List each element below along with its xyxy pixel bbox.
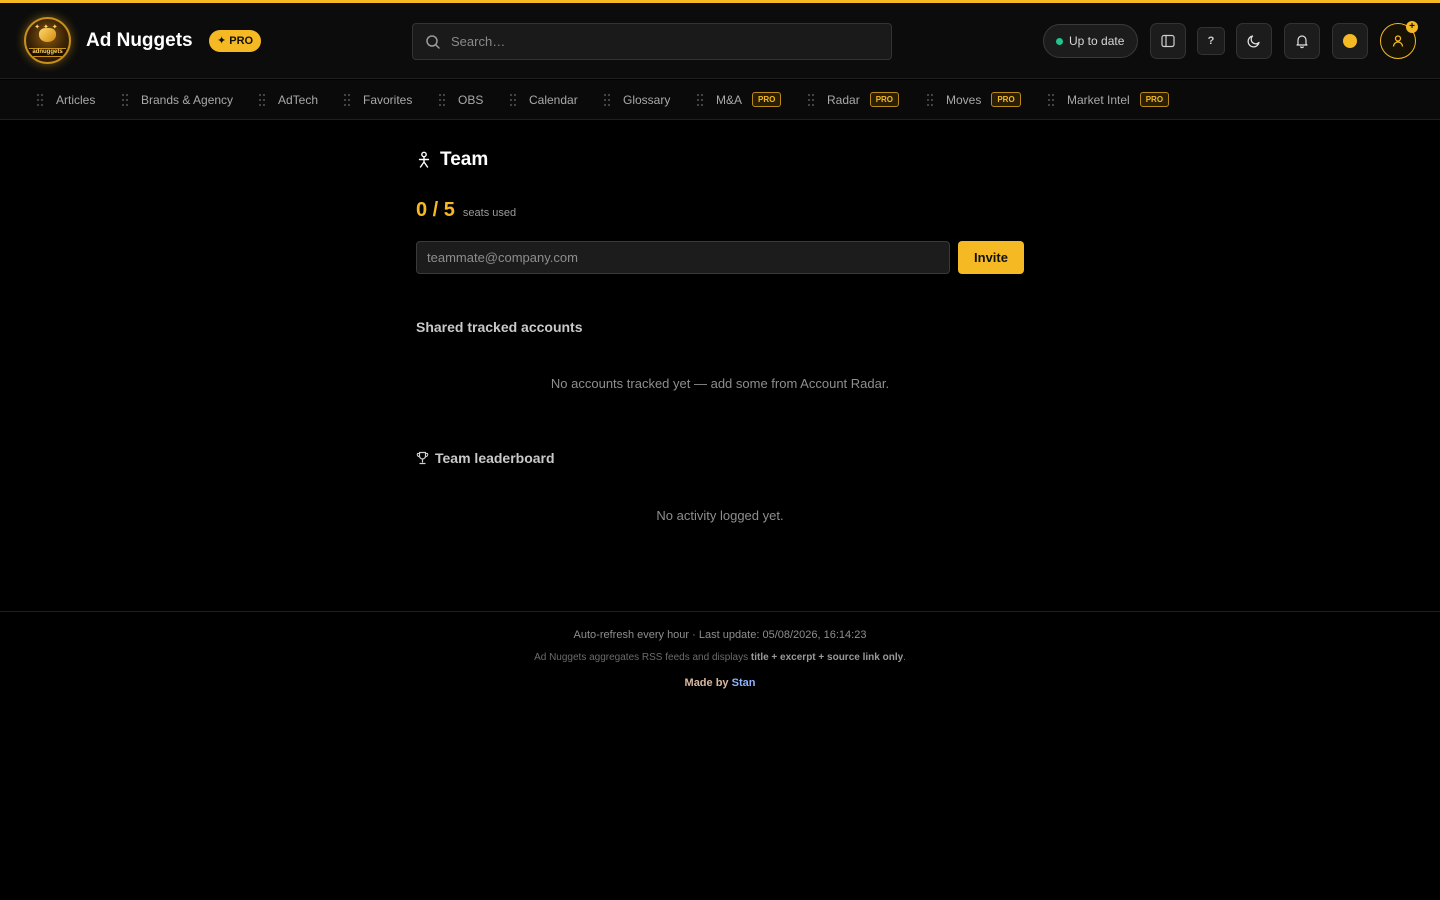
nav-item-label: Brands & Agency — [141, 92, 234, 107]
nav-item-label: Favorites — [363, 92, 413, 107]
drag-handle-icon[interactable] — [36, 93, 44, 107]
sidebar-toggle-button[interactable] — [1150, 23, 1186, 59]
seats-count: 0 / 5 — [416, 199, 455, 221]
drag-handle-icon[interactable] — [343, 93, 351, 107]
page-title-row: Team — [416, 148, 488, 172]
nav-item-glossary[interactable]: Glossary — [603, 80, 670, 119]
brand-logo[interactable]: ✦✦✦ adnuggets — [24, 17, 71, 64]
nav-item-moves[interactable]: Moves PRO — [926, 80, 1021, 119]
app-header: ✦✦✦ adnuggets Ad Nuggets ✦ PRO Up to dat… — [0, 3, 1440, 79]
brand-name[interactable]: Ad Nuggets — [86, 30, 193, 52]
pro-badge: PRO — [991, 92, 1021, 107]
yellow-dot-icon — [1343, 34, 1357, 48]
page-footer: Auto-refresh every hour · Last update: 0… — [0, 611, 1440, 711]
nav-item-label: Market Intel — [1067, 92, 1130, 107]
invite-email-input[interactable] — [416, 241, 950, 274]
help-button[interactable]: ? — [1197, 27, 1225, 55]
logo-nugget-icon — [39, 28, 56, 42]
pro-badge: PRO — [752, 92, 782, 107]
nav-item-label: Glossary — [623, 92, 671, 107]
disclaimer-bold: title + excerpt + source link only — [750, 652, 904, 663]
trophy-icon — [416, 451, 429, 465]
main-nav: Articles Brands & Agency AdTech Favorite… — [0, 80, 1440, 120]
nav-item-market-intel[interactable]: Market Intel PRO — [1047, 80, 1170, 119]
nav-item-label: Moves — [946, 92, 982, 107]
disclaimer-suffix: . — [903, 652, 906, 663]
leaderboard-heading: Team leaderboard — [435, 450, 555, 466]
nav-item-brands-agency[interactable]: Brands & Agency — [121, 80, 233, 119]
user-icon — [1392, 35, 1404, 47]
search-box[interactable] — [412, 23, 892, 60]
leaderboard-empty-state: No activity logged yet. — [656, 508, 784, 523]
seats-usage: 0 / 5 seats used — [416, 199, 516, 222]
made-by-label: Made by — [684, 677, 732, 689]
author-link[interactable]: Stan — [732, 677, 756, 689]
drag-handle-icon[interactable] — [603, 93, 611, 107]
content-disclaimer: Ad Nuggets aggregates RSS feeds and disp… — [0, 652, 1440, 663]
drag-handle-icon[interactable] — [807, 93, 815, 107]
help-icon: ? — [1207, 35, 1215, 47]
seats-label: seats used — [462, 207, 517, 219]
drag-handle-icon[interactable] — [121, 93, 129, 107]
pro-badge: PRO — [869, 92, 900, 107]
search-icon — [426, 35, 440, 49]
sync-status-label: Up to date — [1069, 34, 1125, 48]
nav-item-label: AdTech — [278, 92, 319, 107]
drag-handle-icon[interactable] — [258, 93, 266, 107]
theme-toggle-button[interactable] — [1236, 23, 1272, 59]
invite-button[interactable]: Invite — [958, 241, 1024, 274]
shared-accounts-empty-state: No accounts tracked yet — add some from … — [550, 376, 890, 391]
person-icon — [418, 151, 430, 168]
page-title: Team — [440, 149, 489, 170]
moon-icon — [1247, 35, 1260, 48]
sync-status-pill[interactable]: Up to date — [1043, 24, 1138, 58]
status-indicator-button[interactable] — [1332, 23, 1368, 59]
drag-handle-icon[interactable] — [509, 93, 517, 107]
nav-item-label: M&A — [716, 92, 743, 107]
nav-item-m-and-a[interactable]: M&A PRO — [696, 80, 782, 119]
logo-wordmark: adnuggets — [29, 48, 66, 57]
nav-item-articles[interactable]: Articles — [36, 80, 95, 119]
avatar-add-badge: + — [1406, 21, 1418, 33]
drag-handle-icon[interactable] — [1047, 93, 1055, 107]
refresh-status: Auto-refresh every hour · Last update: 0… — [573, 629, 867, 641]
nav-item-favorites[interactable]: Favorites — [343, 80, 412, 119]
nav-item-calendar[interactable]: Calendar — [509, 80, 578, 119]
user-avatar-button[interactable]: + — [1380, 21, 1418, 59]
credits: Made by Stan — [0, 677, 1440, 689]
nav-item-obs[interactable]: OBS — [438, 80, 483, 119]
nav-item-radar[interactable]: Radar PRO — [807, 80, 900, 119]
nav-item-label: OBS — [458, 92, 484, 107]
status-dot-icon — [1056, 38, 1063, 45]
nav-item-label: Articles — [56, 92, 96, 107]
shared-accounts-heading: Shared tracked accounts — [416, 319, 583, 335]
bell-icon — [1296, 35, 1308, 49]
search-input[interactable] — [451, 24, 881, 59]
pro-plan-badge[interactable]: ✦ PRO — [209, 30, 262, 52]
pro-badge: PRO — [1139, 92, 1170, 107]
notifications-button[interactable] — [1284, 23, 1320, 59]
drag-handle-icon[interactable] — [438, 93, 446, 107]
disclaimer-prefix: Ad Nuggets aggregates RSS feeds and disp… — [534, 652, 751, 663]
drag-handle-icon[interactable] — [926, 93, 934, 107]
drag-handle-icon[interactable] — [696, 93, 704, 107]
nav-item-adtech[interactable]: AdTech — [258, 80, 318, 119]
nav-item-label: Radar — [827, 92, 860, 107]
nav-item-label: Calendar — [529, 92, 578, 107]
leaderboard-heading-row: Team leaderboard — [416, 450, 555, 466]
sidebar-panel-icon — [1161, 34, 1175, 48]
